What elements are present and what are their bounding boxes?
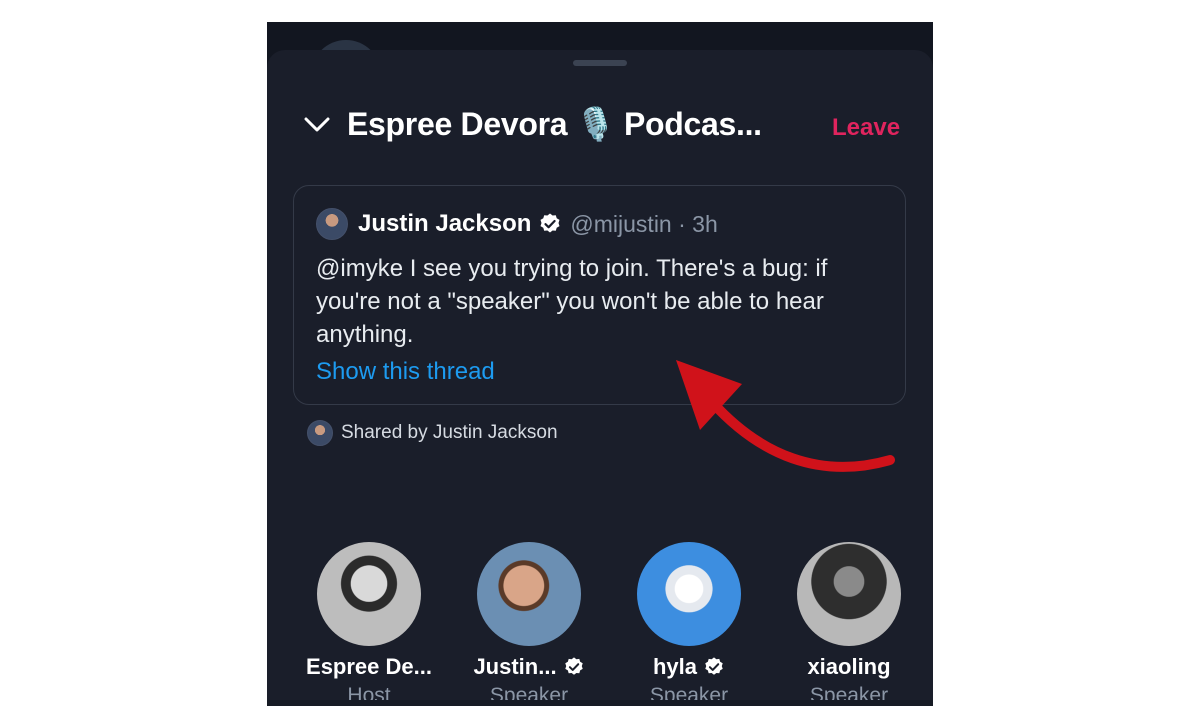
participant-tile[interactable]: xiaoling Speaker bbox=[769, 542, 929, 706]
avatar-justin[interactable] bbox=[477, 542, 581, 646]
space-sheet: Espree Devora 🎙️ Podcas... Leave Justin … bbox=[267, 50, 933, 706]
leave-button[interactable]: Leave bbox=[832, 114, 900, 142]
phone-screen: Espree Devora 🎙️ Podcas... Leave Justin … bbox=[267, 22, 933, 706]
participant-tile[interactable]: hyla Speaker bbox=[609, 542, 769, 706]
participant-tile[interactable]: Justin... Speaker bbox=[449, 542, 609, 706]
participant-name: xiaoling bbox=[807, 654, 891, 679]
bottom-edge bbox=[267, 700, 933, 706]
tweet-handle-time: @mijustin · 3h bbox=[570, 210, 718, 237]
show-thread-link[interactable]: Show this thread bbox=[316, 358, 495, 386]
verified-badge-icon bbox=[538, 212, 562, 236]
tweet-header: Justin Jackson @mijustin · 3h bbox=[316, 208, 718, 240]
tweet-author-name[interactable]: Justin Jackson bbox=[358, 210, 531, 238]
space-header: Espree Devora 🎙️ Podcas... bbox=[303, 105, 762, 143]
sharer-avatar bbox=[307, 420, 333, 446]
participants-grid: Espree De... Host Justin... Speaker hyla… bbox=[289, 542, 929, 706]
participant-tile[interactable]: Espree De... Host bbox=[289, 542, 449, 706]
verified-badge-icon bbox=[563, 656, 585, 678]
avatar-espree[interactable] bbox=[317, 542, 421, 646]
tweet-author-avatar[interactable] bbox=[316, 208, 348, 240]
space-title: Espree Devora 🎙️ Podcas... bbox=[347, 106, 762, 142]
tweet-text: @imyke I see you trying to join. There's… bbox=[316, 255, 828, 348]
verified-badge-icon bbox=[703, 656, 725, 678]
participant-name: Justin... bbox=[473, 654, 557, 679]
chevron-down-icon[interactable] bbox=[303, 110, 331, 138]
pinned-tweet-card[interactable]: Justin Jackson @mijustin · 3h @imyke I s… bbox=[293, 185, 906, 405]
participant-name: hyla bbox=[652, 654, 698, 679]
shared-by-row: Shared by Justin Jackson bbox=[307, 420, 558, 446]
avatar-hyla[interactable] bbox=[637, 542, 741, 646]
avatar-xiaoling[interactable] bbox=[797, 542, 901, 646]
shared-by-label: Shared by Justin Jackson bbox=[341, 422, 558, 443]
participant-name: Espree De... bbox=[306, 654, 432, 679]
sheet-grabber[interactable] bbox=[573, 60, 627, 66]
